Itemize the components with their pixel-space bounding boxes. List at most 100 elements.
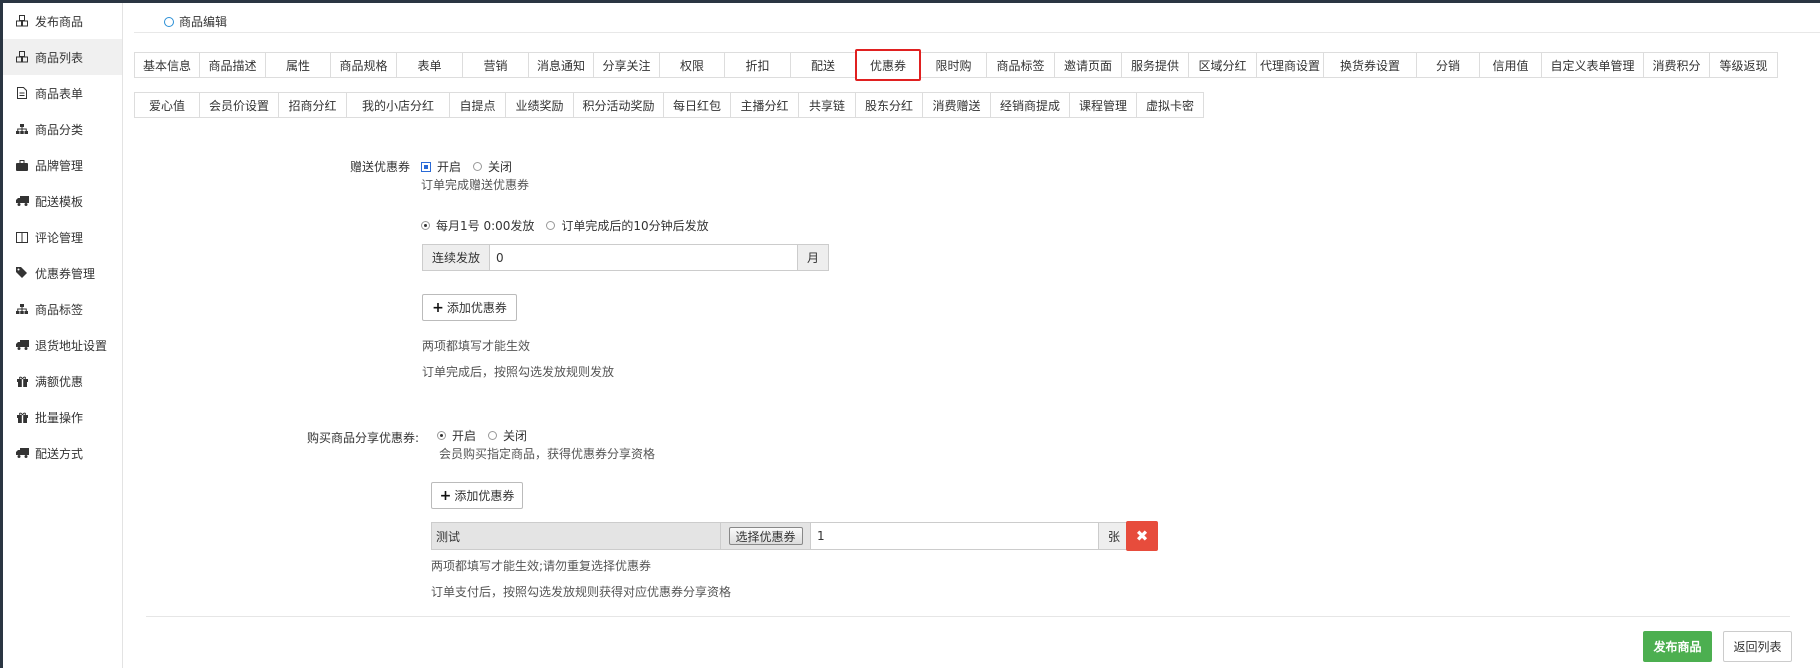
delete-coupon-button[interactable]: ✖ (1126, 521, 1158, 551)
share-coupon-note-1: 两项都填写才能生效;请勿重复选择优惠券 (431, 559, 652, 573)
gift-coupon-note-2: 订单完成后，按照勾选发放规则发放 (422, 365, 615, 379)
sidebar-item-product-tags[interactable]: 商品标签 (3, 291, 122, 327)
sidebar-item-product-list[interactable]: 商品列表 (3, 39, 122, 75)
share-coupon-hint: 会员购买指定商品，获得优惠券分享资格 (439, 447, 656, 461)
tab-consumption-gift[interactable]: 消费赠送 (922, 92, 991, 118)
tab-marketing[interactable]: 营销 (462, 52, 529, 78)
sidebar-item-full-discount[interactable]: 满额优惠 (3, 363, 122, 399)
tab-share-chain[interactable]: 共享链 (798, 92, 856, 118)
tab-basic-info[interactable]: 基本信息 (134, 52, 200, 78)
sidebar-item-delivery-method[interactable]: 配送方式 (3, 435, 122, 471)
coupon-quantity-input[interactable]: 1 (810, 522, 1099, 550)
tab-discount[interactable]: 折扣 (724, 52, 791, 78)
share-coupon-on-label: 开启 (452, 429, 477, 443)
sidebar-item-brand[interactable]: 品牌管理 (3, 147, 122, 183)
tab-row-1: 基本信息 商品描述 属性 商品规格 表单 营销 消息通知 分享关注 权限 折扣 … (134, 49, 1778, 81)
plus-icon: + (432, 299, 444, 316)
tab-anchor-bonus[interactable]: 主播分红 (730, 92, 799, 118)
share-coupon-note-2: 订单支付后，按照勾选发放规则获得对应优惠券分享资格 (431, 585, 732, 599)
selected-coupon-name: 测试 (431, 522, 721, 550)
sidebar-item-label: 退货地址设置 (35, 338, 108, 353)
sidebar-item-publish-product[interactable]: 发布商品 (3, 3, 122, 39)
tab-merchant-bonus[interactable]: 招商分红 (278, 92, 347, 118)
gift-coupon-on-checkbox[interactable] (421, 161, 431, 172)
sidebar-item-label: 批量操作 (35, 410, 84, 425)
tab-performance-reward[interactable]: 业绩奖励 (505, 92, 574, 118)
main-content: 商品编辑 基本信息 商品描述 属性 商品规格 表单 营销 消息通知 分享关注 权… (124, 3, 1820, 668)
select-coupon-cell: 选择优惠券 (720, 522, 811, 550)
tab-points-activity-reward[interactable]: 积分活动奖励 (573, 92, 664, 118)
tab-delivery[interactable]: 配送 (790, 52, 856, 78)
tab-member-price[interactable]: 会员价设置 (199, 92, 279, 118)
tags-icon (15, 266, 29, 280)
tab-points[interactable]: 消费积分 (1643, 52, 1710, 78)
tab-credit[interactable]: 信用值 (1479, 52, 1542, 78)
continuous-months-input[interactable]: 0 (489, 244, 798, 271)
cubes-icon (15, 14, 29, 28)
tab-level-cashback[interactable]: 等级返现 (1709, 52, 1778, 78)
tab-permissions[interactable]: 权限 (659, 52, 725, 78)
gift-coupon-off-radio[interactable] (473, 162, 483, 171)
tab-exchange-coupon[interactable]: 换货券设置 (1323, 52, 1417, 78)
continuous-issue-label: 连续发放 (422, 244, 490, 271)
schedule-monthly-radio[interactable] (421, 221, 430, 230)
sidebar-item-batch-operation[interactable]: 批量操作 (3, 399, 122, 435)
share-coupon-on-radio[interactable] (437, 431, 446, 440)
sidebar-item-reviews[interactable]: 评论管理 (3, 219, 122, 255)
sidebar-item-product-form[interactable]: 商品表单 (3, 75, 122, 111)
sidebar-item-label: 配送模板 (35, 194, 84, 209)
sidebar-item-label: 配送方式 (35, 446, 84, 461)
schedule-after-order-radio[interactable] (546, 221, 556, 230)
sidebar-item-product-category[interactable]: 商品分类 (3, 111, 122, 147)
gift-coupon-schedule: 每月1号 0:00发放 订单完成后的10分钟后发放 (421, 217, 709, 234)
share-coupon-off-radio[interactable] (488, 431, 498, 440)
tab-flash-sale[interactable]: 限时购 (920, 52, 987, 78)
select-coupon-button[interactable]: 选择优惠券 (728, 527, 803, 545)
tab-dealer-commission[interactable]: 经销商提成 (990, 92, 1070, 118)
tab-course-management[interactable]: 课程管理 (1069, 92, 1137, 118)
share-coupon-off-label: 关闭 (503, 429, 528, 443)
tab-love-value[interactable]: 爱心值 (134, 92, 200, 118)
tab-specs[interactable]: 商品规格 (330, 52, 397, 78)
tab-custom-form[interactable]: 自定义表单管理 (1541, 52, 1644, 78)
gift-icon (15, 374, 29, 388)
tab-notifications[interactable]: 消息通知 (528, 52, 594, 78)
tab-description[interactable]: 商品描述 (199, 52, 266, 78)
plus-icon: + (439, 487, 452, 504)
sidebar-item-coupon-management[interactable]: 优惠券管理 (3, 255, 122, 291)
breadcrumb-label: 商品编辑 (179, 15, 228, 29)
gift-coupon-toggle: 开启 关闭 (421, 158, 512, 175)
back-to-list-button[interactable]: 返回列表 (1723, 631, 1792, 662)
tab-share-follow[interactable]: 分享关注 (593, 52, 660, 78)
add-share-coupon-button[interactable]: + 添加优惠券 (431, 482, 523, 509)
tab-pickup[interactable]: 自提点 (449, 92, 506, 118)
sidebar-item-label: 商品标签 (35, 302, 84, 317)
circle-icon (164, 16, 174, 27)
add-gift-coupon-label: 添加优惠券 (446, 301, 507, 315)
tab-agent-settings[interactable]: 代理商设置 (1256, 52, 1324, 78)
tab-invite-page[interactable]: 邀请页面 (1054, 52, 1122, 78)
share-coupon-toggle: 开启 关闭 (437, 427, 527, 444)
tab-service[interactable]: 服务提供 (1121, 52, 1189, 78)
sidebar-item-label: 商品列表 (35, 50, 84, 65)
add-share-coupon-label: 添加优惠券 (454, 489, 515, 503)
sidebar-item-shipping-template[interactable]: 配送模板 (3, 183, 122, 219)
tab-coupon[interactable]: 优惠券 (855, 49, 921, 81)
tab-attributes[interactable]: 属性 (265, 52, 331, 78)
tab-shareholder-bonus[interactable]: 股东分红 (855, 92, 923, 118)
tab-region-bonus[interactable]: 区域分红 (1188, 52, 1257, 78)
tab-product-tags[interactable]: 商品标签 (986, 52, 1055, 78)
sidebar-item-label: 发布商品 (35, 14, 84, 29)
sidebar-item-return-address[interactable]: 退货地址设置 (3, 327, 122, 363)
publish-button[interactable]: 发布商品 (1643, 631, 1712, 662)
sitemap-icon (15, 122, 29, 136)
add-gift-coupon-button[interactable]: + 添加优惠券 (422, 294, 517, 321)
sidebar: 发布商品 商品列表 商品表单 商品分类 品牌管理 配送模板 评论管理 优惠券管理… (3, 3, 123, 668)
tab-my-shop-bonus[interactable]: 我的小店分红 (346, 92, 450, 118)
tab-form[interactable]: 表单 (396, 52, 463, 78)
tab-distribution[interactable]: 分销 (1416, 52, 1480, 78)
sidebar-item-label: 商品表单 (35, 86, 84, 101)
tab-virtual-card[interactable]: 虚拟卡密 (1136, 92, 1204, 118)
gift-icon (15, 410, 29, 424)
tab-daily-red-packet[interactable]: 每日红包 (663, 92, 731, 118)
